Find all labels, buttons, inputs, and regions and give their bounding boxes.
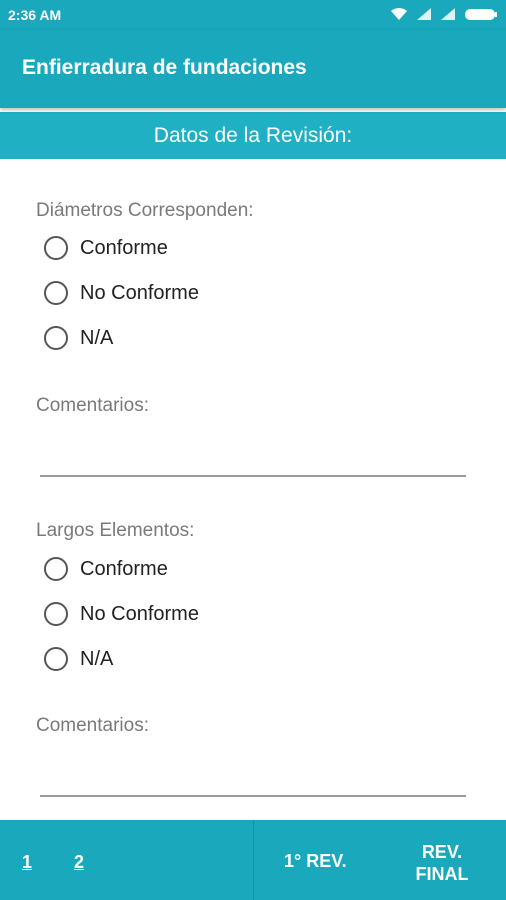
final-rev-label-line2: FINAL [415, 864, 469, 884]
signal-icon [417, 8, 431, 20]
diameters-option-conforme[interactable]: Conforme [44, 233, 168, 263]
comments-label: Comentarios: [36, 395, 149, 416]
page-1-link[interactable]: 1 [22, 852, 32, 873]
comments-input-1[interactable] [40, 475, 466, 477]
comments-label: Comentarios: [36, 715, 149, 736]
radio-unchecked-icon[interactable] [44, 236, 68, 260]
bottom-divider [253, 820, 254, 900]
radio-unchecked-icon[interactable] [44, 602, 68, 626]
option-label: Conforme [80, 236, 168, 259]
status-bar: 2:36 AM [0, 0, 506, 30]
option-label: No Conforme [80, 602, 199, 625]
app-title: Enfierradura de fundaciones [22, 56, 307, 79]
signal-icon [441, 8, 455, 20]
battery-icon [465, 9, 497, 20]
first-rev-button[interactable]: 1° REV. [284, 850, 347, 872]
bottom-bar: 1 2 1° REV. REV. FINAL [0, 820, 506, 900]
app-bar: Enfierradura de fundaciones [0, 30, 506, 108]
lengths-option-no-conforme[interactable]: No Conforme [44, 599, 199, 629]
radio-unchecked-icon[interactable] [44, 281, 68, 305]
option-label: N/A [80, 326, 114, 349]
wifi-icon [391, 7, 407, 20]
lengths-option-na[interactable]: N/A [44, 644, 113, 674]
option-label: N/A [80, 647, 114, 670]
diameters-option-no-conforme[interactable]: No Conforme [44, 278, 199, 308]
review-data-header: Datos de la Revisión: [0, 112, 506, 159]
lengths-option-conforme[interactable]: Conforme [44, 554, 168, 584]
final-rev-button[interactable]: REV. FINAL [402, 841, 482, 885]
diameters-label: Diámetros Corresponden: [36, 200, 254, 221]
comments-input-2[interactable] [40, 795, 466, 797]
radio-unchecked-icon[interactable] [44, 557, 68, 581]
page-2-link[interactable]: 2 [74, 852, 84, 873]
option-label: No Conforme [80, 281, 199, 304]
diameters-option-na[interactable]: N/A [44, 323, 113, 353]
status-icons [390, 7, 498, 21]
status-time: 2:36 AM [8, 7, 62, 23]
final-rev-label-line1: REV. [421, 842, 463, 862]
lengths-label: Largos Elementos: [36, 520, 195, 541]
radio-unchecked-icon[interactable] [44, 326, 68, 350]
option-label: Conforme [80, 557, 168, 580]
radio-unchecked-icon[interactable] [44, 647, 68, 671]
